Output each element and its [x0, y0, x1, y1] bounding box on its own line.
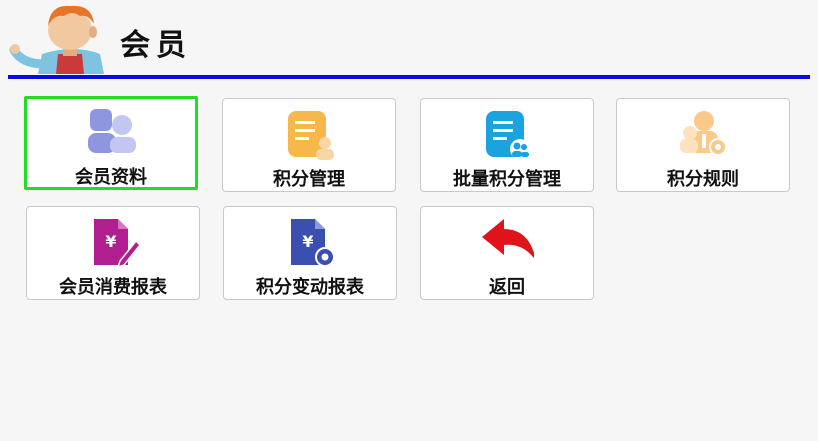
- tile-batch-points-management[interactable]: 批量积分管理: [420, 98, 594, 192]
- yuan-document-gear-icon: ¥: [291, 219, 335, 267]
- person-waving-icon: [9, 5, 104, 74]
- header: 会员: [0, 0, 818, 80]
- tile-return[interactable]: 返回: [420, 206, 594, 300]
- page-title: 会员: [120, 28, 192, 63]
- batch-points-document-icon: [486, 111, 530, 159]
- return-arrow-icon: [482, 219, 534, 259]
- tile-label: 积分变动报表: [256, 277, 364, 298]
- tile-label: 返回: [489, 277, 525, 298]
- tile-points-rules[interactable]: 积分规则: [616, 98, 790, 192]
- tile-label: 会员资料: [75, 167, 147, 188]
- points-document-person-icon: [288, 111, 334, 160]
- tile-member-info[interactable]: 会员资料: [24, 96, 198, 190]
- tile-label: 会员消费报表: [59, 277, 167, 298]
- svg-text:¥: ¥: [105, 232, 116, 251]
- tile-label: 批量积分管理: [453, 169, 561, 190]
- tile-label: 积分管理: [273, 169, 345, 190]
- header-divider: [8, 75, 810, 79]
- svg-text:¥: ¥: [302, 232, 313, 251]
- points-rules-gear-icon: [680, 111, 727, 156]
- tile-points-management[interactable]: 积分管理: [222, 98, 396, 192]
- tile-points-change-report[interactable]: ¥ 积分变动报表: [223, 206, 397, 300]
- yuan-document-pen-icon: ¥: [94, 219, 140, 269]
- tile-label: 积分规则: [667, 169, 739, 190]
- members-icon: [88, 109, 136, 153]
- tile-member-spending-report[interactable]: ¥ 会员消费报表: [26, 206, 200, 300]
